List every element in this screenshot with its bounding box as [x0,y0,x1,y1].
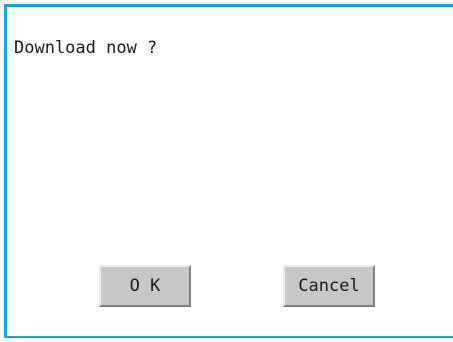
ok-button[interactable]: O K [99,265,191,307]
download-confirm-dialog: Download now ? O K Cancel [4,4,453,338]
dialog-message: Download now ? [14,38,158,58]
cancel-button[interactable]: Cancel [283,265,375,307]
